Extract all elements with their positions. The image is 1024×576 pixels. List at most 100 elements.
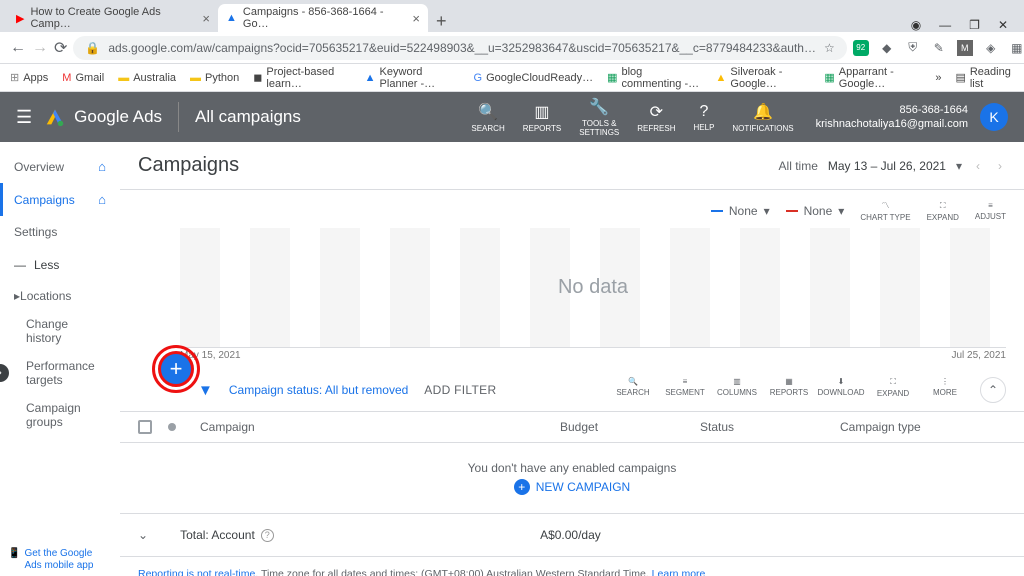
col-type[interactable]: Campaign type bbox=[840, 420, 1006, 434]
new-tab-button[interactable]: + bbox=[428, 11, 455, 32]
forward-icon[interactable]: → bbox=[32, 39, 48, 57]
tools-settings[interactable]: 🔧TOOLS & SETTINGS bbox=[571, 97, 627, 137]
sidebar-less-toggle[interactable]: —Less bbox=[0, 248, 120, 282]
add-filter-button[interactable]: ADD FILTER bbox=[424, 383, 496, 397]
google-ads-logo[interactable]: Google Ads bbox=[44, 106, 162, 128]
empty-text: You don't have any enabled campaigns bbox=[138, 461, 1006, 475]
sidebar-item-overview[interactable]: Overview⌂ bbox=[0, 150, 120, 183]
new-campaign-link[interactable]: +NEW CAMPAIGN bbox=[514, 479, 630, 495]
ext-icon[interactable]: ▦ bbox=[1009, 40, 1024, 56]
shield-icon[interactable]: ⛨ bbox=[905, 40, 921, 56]
mail-icon[interactable]: M bbox=[957, 40, 973, 56]
back-icon[interactable]: ← bbox=[10, 39, 26, 57]
bookmark[interactable]: ▲Keyword Planner -… bbox=[365, 66, 460, 90]
prev-icon[interactable]: ‹ bbox=[972, 159, 984, 173]
home-icon: ⌂ bbox=[98, 192, 106, 207]
pen-icon[interactable]: ✎ bbox=[931, 40, 947, 56]
info-icon[interactable]: ? bbox=[261, 529, 274, 542]
bookmark[interactable]: ◼Project-based learn… bbox=[253, 66, 350, 90]
legend-red[interactable]: None▾ bbox=[786, 204, 845, 218]
bookmark[interactable]: ▦Apparrant - Google… bbox=[824, 66, 921, 90]
bookmark[interactable]: ▲Silveroak - Google… bbox=[716, 66, 811, 90]
youtube-icon: ▶ bbox=[16, 12, 24, 25]
apps-bookmark[interactable]: ⊞Apps bbox=[10, 71, 48, 84]
chart-area: No data bbox=[180, 228, 1006, 348]
account-info[interactable]: 856-368-1664 krishnachotaliya16@gmail.co… bbox=[816, 103, 968, 131]
help-tool[interactable]: ?HELP bbox=[686, 103, 723, 132]
adjust-button[interactable]: ≡ADJUST bbox=[975, 201, 1006, 221]
sidebar: Overview⌂ Campaigns⌂ Settings —Less ▸Loc… bbox=[0, 142, 120, 576]
table-expand[interactable]: ⛶EXPAND bbox=[870, 377, 916, 398]
minimize-icon[interactable]: ― bbox=[939, 18, 951, 32]
sidebar-item-campaigns[interactable]: Campaigns⌂ bbox=[0, 183, 120, 216]
wrench-icon: 🔧 bbox=[589, 97, 609, 117]
reports-icon: ▦ bbox=[785, 377, 793, 386]
brand-text: Google Ads bbox=[74, 107, 162, 127]
bookmark[interactable]: ▦blog commenting -… bbox=[607, 66, 701, 90]
reporting-link[interactable]: Reporting is not real-time. bbox=[138, 568, 258, 576]
hamburger-icon[interactable]: ☰ bbox=[16, 107, 32, 128]
ext-icon[interactable]: ◈ bbox=[983, 40, 999, 56]
search-tool[interactable]: 🔍SEARCH bbox=[463, 102, 512, 133]
filter-icon[interactable]: ▼ bbox=[198, 382, 213, 399]
user-avatar[interactable]: K bbox=[980, 103, 1008, 131]
maximize-icon[interactable]: ❐ bbox=[969, 18, 980, 32]
sidebar-item-locations[interactable]: ▸Locations bbox=[0, 282, 120, 310]
browser-tabs: ▶ How to Create Google Ads Camp… × ▲ Cam… bbox=[0, 0, 1024, 32]
close-icon[interactable]: × bbox=[412, 11, 420, 26]
table-reports[interactable]: ▦REPORTS bbox=[766, 377, 812, 397]
select-all-checkbox[interactable] bbox=[138, 420, 152, 434]
tab-campaigns[interactable]: ▲ Campaigns - 856-368-1664 - Go… × bbox=[218, 4, 428, 32]
ads-header: ☰ Google Ads All campaigns 🔍SEARCH ▥REPO… bbox=[0, 92, 1024, 142]
chevron-icon[interactable]: › bbox=[0, 364, 9, 382]
bookmarks-bar: ⊞Apps MGmail ▬Australia ▬Python ◼Project… bbox=[0, 64, 1024, 92]
legend-blue[interactable]: None▾ bbox=[711, 204, 770, 218]
account-dot-icon[interactable]: ◉ bbox=[911, 18, 921, 32]
date-range-picker[interactable]: All time May 13 – Jul 26, 2021 ▾ ‹ › bbox=[779, 159, 1006, 173]
col-budget[interactable]: Budget bbox=[560, 420, 700, 434]
sidebar-item-groups[interactable]: Campaign groups bbox=[0, 394, 120, 436]
more-bookmarks-icon[interactable]: » bbox=[935, 72, 941, 84]
table-header: Campaign Budget Status Campaign type bbox=[120, 412, 1024, 443]
ext-icon[interactable]: ◆ bbox=[879, 40, 895, 56]
learn-more-link[interactable]: Learn more bbox=[652, 568, 706, 576]
new-campaign-fab[interactable]: + bbox=[158, 351, 194, 387]
ext-badge-icon[interactable]: 92 bbox=[853, 40, 869, 56]
sidebar-item-performance[interactable]: ›Performance targets bbox=[0, 352, 120, 394]
sidebar-item-change-history[interactable]: Change history bbox=[0, 310, 120, 352]
close-icon[interactable]: × bbox=[202, 11, 210, 26]
next-icon[interactable]: › bbox=[994, 159, 1006, 173]
notifications-tool[interactable]: 🔔NOTIFICATIONS bbox=[724, 102, 801, 133]
reload-icon[interactable]: ⟳ bbox=[54, 38, 67, 58]
chevron-down-icon: ▾ bbox=[956, 159, 962, 173]
filter-chip[interactable]: Campaign status: All but removed bbox=[229, 383, 408, 397]
sidebar-item-settings[interactable]: Settings bbox=[0, 216, 120, 248]
table-segment[interactable]: ≡SEGMENT bbox=[662, 377, 708, 397]
expand-icon: ⛶ bbox=[940, 201, 946, 211]
table-download[interactable]: ⬇DOWNLOAD bbox=[818, 377, 864, 397]
address-bar: ← → ⟳ 🔒 ads.google.com/aw/campaigns?ocid… bbox=[0, 32, 1024, 64]
refresh-tool[interactable]: ⟳REFRESH bbox=[629, 102, 683, 133]
reading-list[interactable]: ▤Reading list bbox=[955, 66, 1014, 90]
gmail-bookmark[interactable]: MGmail bbox=[62, 72, 104, 84]
expand-button[interactable]: ⛶EXPAND bbox=[927, 201, 959, 222]
col-status[interactable]: Status bbox=[700, 420, 840, 434]
close-window-icon[interactable]: ✕ bbox=[998, 18, 1008, 32]
table-columns[interactable]: ▥COLUMNS bbox=[714, 377, 760, 397]
col-campaign[interactable]: Campaign bbox=[200, 420, 560, 434]
tab-youtube[interactable]: ▶ How to Create Google Ads Camp… × bbox=[8, 4, 218, 32]
collapse-button[interactable]: ⌃ bbox=[980, 377, 1006, 403]
table-more[interactable]: ⋮MORE bbox=[922, 377, 968, 397]
total-row: ⌄ Total: Account? A$0.00/day bbox=[120, 513, 1024, 557]
chart-type-button[interactable]: 〽CHART TYPE bbox=[860, 200, 910, 222]
table-search[interactable]: 🔍SEARCH bbox=[610, 377, 656, 397]
folder-bookmark[interactable]: ▬Python bbox=[190, 72, 239, 84]
star-icon[interactable]: ☆ bbox=[824, 41, 835, 55]
chevron-down-icon[interactable]: ⌄ bbox=[138, 528, 148, 542]
reports-tool[interactable]: ▥REPORTS bbox=[515, 102, 570, 133]
mobile-app-promo[interactable]: 📱 Get the Google Ads mobile app bbox=[8, 548, 98, 572]
chevron-down-icon: ▾ bbox=[764, 204, 770, 218]
folder-bookmark[interactable]: ▬Australia bbox=[118, 72, 176, 84]
url-input[interactable]: 🔒 ads.google.com/aw/campaigns?ocid=70563… bbox=[73, 36, 846, 60]
bookmark[interactable]: GGoogleCloudReady… bbox=[474, 72, 594, 84]
